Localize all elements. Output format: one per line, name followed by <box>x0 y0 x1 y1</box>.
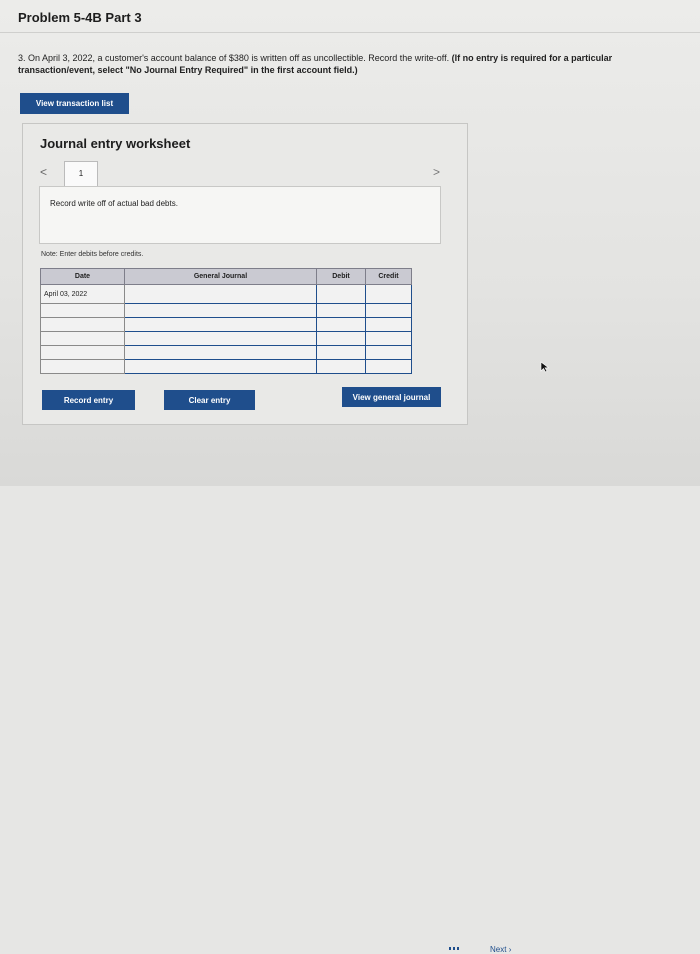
debit-field[interactable] <box>316 345 366 360</box>
transaction-description-box: Record write off of actual bad debts. <box>39 186 441 244</box>
worksheet-title: Journal entry worksheet <box>40 136 191 151</box>
previous-arrow-icon[interactable]: < <box>40 165 47 179</box>
next-arrow-icon[interactable]: > <box>433 165 440 179</box>
mouse-cursor-icon <box>540 361 550 373</box>
journal-entry-worksheet: Journal entry worksheet < 1 > Record wri… <box>22 123 468 425</box>
question-body: 3. On April 3, 2022, a customer's accoun… <box>18 53 450 63</box>
date-cell[interactable] <box>40 345 125 360</box>
bottom-navigation: Next › <box>0 470 700 954</box>
page-title: Problem 5-4B Part 3 <box>18 10 142 25</box>
table-row: April 03, 2022 <box>40 284 412 304</box>
credit-column-header: Credit <box>365 268 412 285</box>
transaction-description: Record write off of actual bad debts. <box>50 199 178 208</box>
journal-header-row: Date General Journal Debit Credit <box>40 268 412 285</box>
credit-field[interactable] <box>365 359 412 374</box>
table-row <box>40 303 412 318</box>
next-label: Next <box>490 945 507 954</box>
account-field[interactable] <box>124 284 317 304</box>
tab-number: 1 <box>78 169 84 178</box>
header-bar: Problem 5-4B Part 3 <box>0 0 700 33</box>
table-row <box>40 359 412 374</box>
chevron-right-icon: › <box>508 945 512 954</box>
next-button[interactable]: Next › <box>490 945 511 954</box>
entry-note: Note: Enter debits before credits. <box>41 251 144 258</box>
table-row <box>40 345 412 360</box>
question-text: 3. On April 3, 2022, a customer's accoun… <box>18 52 658 76</box>
date-cell[interactable] <box>40 317 125 332</box>
account-field[interactable] <box>124 303 317 318</box>
view-transaction-list-button[interactable]: View transaction list <box>20 93 129 114</box>
credit-field[interactable] <box>365 317 412 332</box>
debit-field[interactable] <box>316 284 366 304</box>
account-field[interactable] <box>124 317 317 332</box>
credit-field[interactable] <box>365 303 412 318</box>
debit-column-header: Debit <box>316 268 366 285</box>
credit-field[interactable] <box>365 284 412 304</box>
account-field[interactable] <box>124 331 317 346</box>
account-field[interactable] <box>124 359 317 374</box>
worksheet-tab-1[interactable]: 1 <box>64 161 98 187</box>
date-cell[interactable] <box>40 359 125 374</box>
journal-table: Date General Journal Debit Credit April … <box>40 268 412 374</box>
credit-field[interactable] <box>365 331 412 346</box>
table-row <box>40 331 412 346</box>
date-column-header: Date <box>40 268 125 285</box>
credit-field[interactable] <box>365 345 412 360</box>
record-entry-button[interactable]: Record entry <box>42 390 135 410</box>
page: Problem 5-4B Part 3 3. On April 3, 2022,… <box>0 0 700 954</box>
date-cell[interactable]: April 03, 2022 <box>40 284 125 304</box>
view-general-journal-button[interactable]: View general journal <box>342 387 441 407</box>
date-cell[interactable] <box>40 303 125 318</box>
debit-field[interactable] <box>316 331 366 346</box>
account-field[interactable] <box>124 345 317 360</box>
table-row <box>40 317 412 332</box>
debit-field[interactable] <box>316 303 366 318</box>
debit-field[interactable] <box>316 359 366 374</box>
date-cell[interactable] <box>40 331 125 346</box>
grid-menu-icon[interactable] <box>449 947 459 950</box>
clear-entry-button[interactable]: Clear entry <box>164 390 255 410</box>
general-journal-column-header: General Journal <box>124 268 317 285</box>
debit-field[interactable] <box>316 317 366 332</box>
